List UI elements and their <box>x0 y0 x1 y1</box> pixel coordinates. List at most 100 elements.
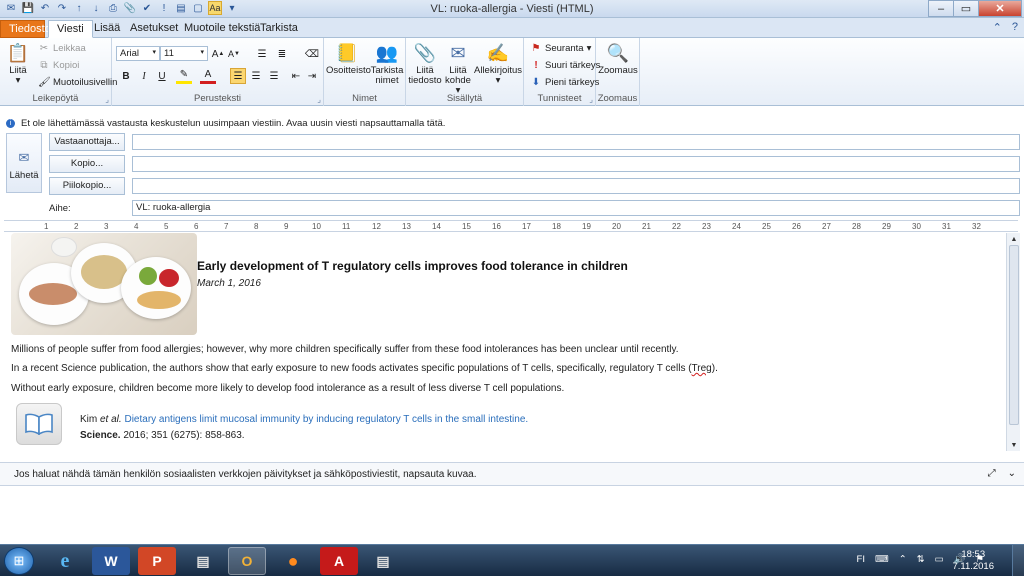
dialog-launcher-icon[interactable]: ⌟ <box>317 95 321 104</box>
ruler-tick: 15 <box>462 222 471 231</box>
ribbon-collapse-icon[interactable]: ⌃ <box>993 21 1002 34</box>
firefox-icon[interactable]: ● <box>274 547 312 575</box>
dialog-launcher-icon[interactable]: ⌟ <box>589 95 593 104</box>
ruler-tick: 28 <box>852 222 861 231</box>
ruler-tick: 32 <box>972 222 981 231</box>
vertical-scrollbar[interactable]: ▲ ▼ <box>1006 233 1020 451</box>
cc-field[interactable] <box>132 156 1020 172</box>
ruler-tick: 17 <box>522 222 531 231</box>
clear-format-icon[interactable]: ⌫ <box>304 46 320 62</box>
ruler-tick: 27 <box>822 222 831 231</box>
keyboard-icon[interactable]: ⌨ <box>875 554 889 565</box>
reference-citation: Science. 2016; 351 (6275): 858-863. <box>80 430 245 441</box>
group-basic-text: Arial ▾ 11 ▾ A ▲ A ▼ ☰ ≣ ⌫ B I U ✎ A ☰ ☰ ☰ ⇤… <box>112 38 324 106</box>
ruler-tick: 9 <box>284 222 289 231</box>
ruler-tick: 6 <box>194 222 199 231</box>
language-indicator[interactable]: FI <box>857 554 865 565</box>
clock[interactable]: 18:53 7.11.2016 <box>952 549 994 573</box>
ribbon-tabs: Tiedosto Viesti Lisää Asetukset Muotoile… <box>0 18 1024 38</box>
expand-icon[interactable]: ⤢ <box>988 468 996 479</box>
ruler-tick: 8 <box>254 222 259 231</box>
group-label-clipboard: Leikepöytä <box>32 93 79 104</box>
article-date: March 1, 2016 <box>197 278 261 289</box>
ruler-tick: 1 <box>44 222 49 231</box>
start-button[interactable]: ⊞ <box>4 547 34 575</box>
ruler-tick: 5 <box>164 222 169 231</box>
subject-field[interactable]: VL: ruoka-allergia <box>132 200 1020 216</box>
maximize-button[interactable]: ▭ <box>953 0 979 17</box>
dialog-launcher-icon[interactable]: ⌟ <box>105 95 109 104</box>
underline-icon[interactable]: U <box>154 68 170 84</box>
attach-file-button[interactable]: 📎 Liitä tiedosto <box>408 42 442 86</box>
group-names: 📒 Osoitteisto 👥 Tarkista nimet Nimet <box>324 38 406 106</box>
notepad-icon[interactable]: ▤ <box>364 547 402 575</box>
acrobat-icon[interactable]: A <box>320 547 358 575</box>
follow-up-button[interactable]: ⚑ Seuranta ▾ <box>530 43 592 54</box>
ruler-tick: 30 <box>912 222 921 231</box>
ruler-tick: 29 <box>882 222 891 231</box>
high-importance-button[interactable]: ! Suuri tärkeys <box>530 60 600 71</box>
network-icon[interactable]: ⇅ <box>917 554 925 565</box>
paragraph: Millions of people suffer from food alle… <box>11 344 679 355</box>
conversation-info-bar[interactable]: i Et ole lähettämässä vastausta keskuste… <box>0 116 1024 130</box>
grow-font-icon[interactable]: A ▲ <box>210 46 226 62</box>
zoom-button[interactable]: 🔍 Zoomaus <box>597 42 639 76</box>
ruler: 1 2 3 4 5 6 7 8 9 10 11 12 13 14 15 16 1… <box>4 220 1018 232</box>
reference-link[interactable]: Dietary antigens limit mucosal immunity … <box>124 414 528 425</box>
help-icon[interactable]: ? <box>1012 21 1018 34</box>
tab-review[interactable]: Tarkista <box>252 20 306 38</box>
signature-button[interactable]: ✍ Allekirjoitus ▾ <box>474 42 522 86</box>
shrink-font-icon[interactable]: A ▼ <box>226 46 242 62</box>
powerpoint-icon[interactable]: P <box>138 547 176 575</box>
social-connector-bar[interactable]: Jos haluat nähdä tämän henkilön sosiaali… <box>0 462 1024 486</box>
scroll-down-icon[interactable]: ▼ <box>1007 439 1021 451</box>
increase-indent-icon[interactable]: ⇥ <box>304 68 320 84</box>
spelling-error-word[interactable]: Treg <box>692 363 712 374</box>
scroll-thumb[interactable] <box>1009 245 1019 425</box>
bold-icon[interactable]: B <box>118 68 134 84</box>
article-title: Early development of T regulatory cells … <box>197 259 628 273</box>
align-left-icon[interactable]: ☰ <box>230 68 246 84</box>
font-name-select[interactable]: Arial ▾ <box>116 46 160 61</box>
message-body[interactable]: Early development of T regulatory cells … <box>4 233 1006 451</box>
font-size-select[interactable]: 11 ▾ <box>160 46 208 61</box>
scroll-up-icon[interactable]: ▲ <box>1007 233 1021 245</box>
document-icon[interactable]: ▤ <box>184 547 222 575</box>
decrease-indent-icon[interactable]: ⇤ <box>288 68 304 84</box>
tray-chevron-icon[interactable]: ⌃ <box>899 554 907 565</box>
bullets-icon[interactable]: ☰ <box>254 46 270 62</box>
to-button[interactable]: Vastaanottaja... <box>49 133 125 151</box>
attach-item-button[interactable]: ✉ Liitä kohde ▾ <box>442 42 474 96</box>
tab-file[interactable]: Tiedosto <box>0 20 51 38</box>
check-names-button[interactable]: 👥 Tarkista nimet <box>370 42 404 86</box>
copy-button[interactable]: ⧉ Kopioi <box>38 60 79 71</box>
show-desktop-button[interactable] <box>1012 545 1024 576</box>
outlook-icon[interactable]: O <box>228 547 266 575</box>
send-icon: ✉ <box>18 150 30 165</box>
address-book-button[interactable]: 📒 Osoitteisto <box>326 42 371 76</box>
align-center-icon[interactable]: ☰ <box>248 68 264 84</box>
chevron-down-icon[interactable]: ⌄ <box>1008 468 1016 479</box>
send-button[interactable]: ✉ Lähetä <box>6 133 42 193</box>
numbering-icon[interactable]: ≣ <box>274 46 290 62</box>
highlight-icon[interactable]: ✎ <box>176 68 192 84</box>
font-color-icon[interactable]: A <box>200 68 216 84</box>
word-icon[interactable]: W <box>92 547 130 575</box>
cut-button[interactable]: ✂ Leikkaa <box>38 43 86 54</box>
group-label-names: Nimet <box>352 93 377 104</box>
italic-icon[interactable]: I <box>136 68 152 84</box>
close-button[interactable]: ✕ <box>978 0 1022 17</box>
align-right-icon[interactable]: ☰ <box>266 68 282 84</box>
paperclip-icon: 📎 <box>413 43 437 63</box>
internet-explorer-icon[interactable]: e <box>46 547 84 575</box>
bcc-field[interactable] <box>132 178 1020 194</box>
format-painter-button[interactable]: 🖌 Muotoilusivellin <box>38 77 117 88</box>
low-importance-button[interactable]: ⬇ Pieni tärkeys <box>530 77 600 88</box>
cc-button[interactable]: Kopio... <box>49 155 125 173</box>
monitor-icon[interactable]: ▭ <box>935 554 944 565</box>
to-field[interactable] <box>132 134 1020 150</box>
minimize-button[interactable]: – <box>928 0 954 17</box>
paste-button[interactable]: 📋 Liitä ▾ <box>4 42 32 86</box>
bcc-button[interactable]: Piilokopio... <box>49 177 125 195</box>
magnifier-icon: 🔍 <box>606 43 630 63</box>
